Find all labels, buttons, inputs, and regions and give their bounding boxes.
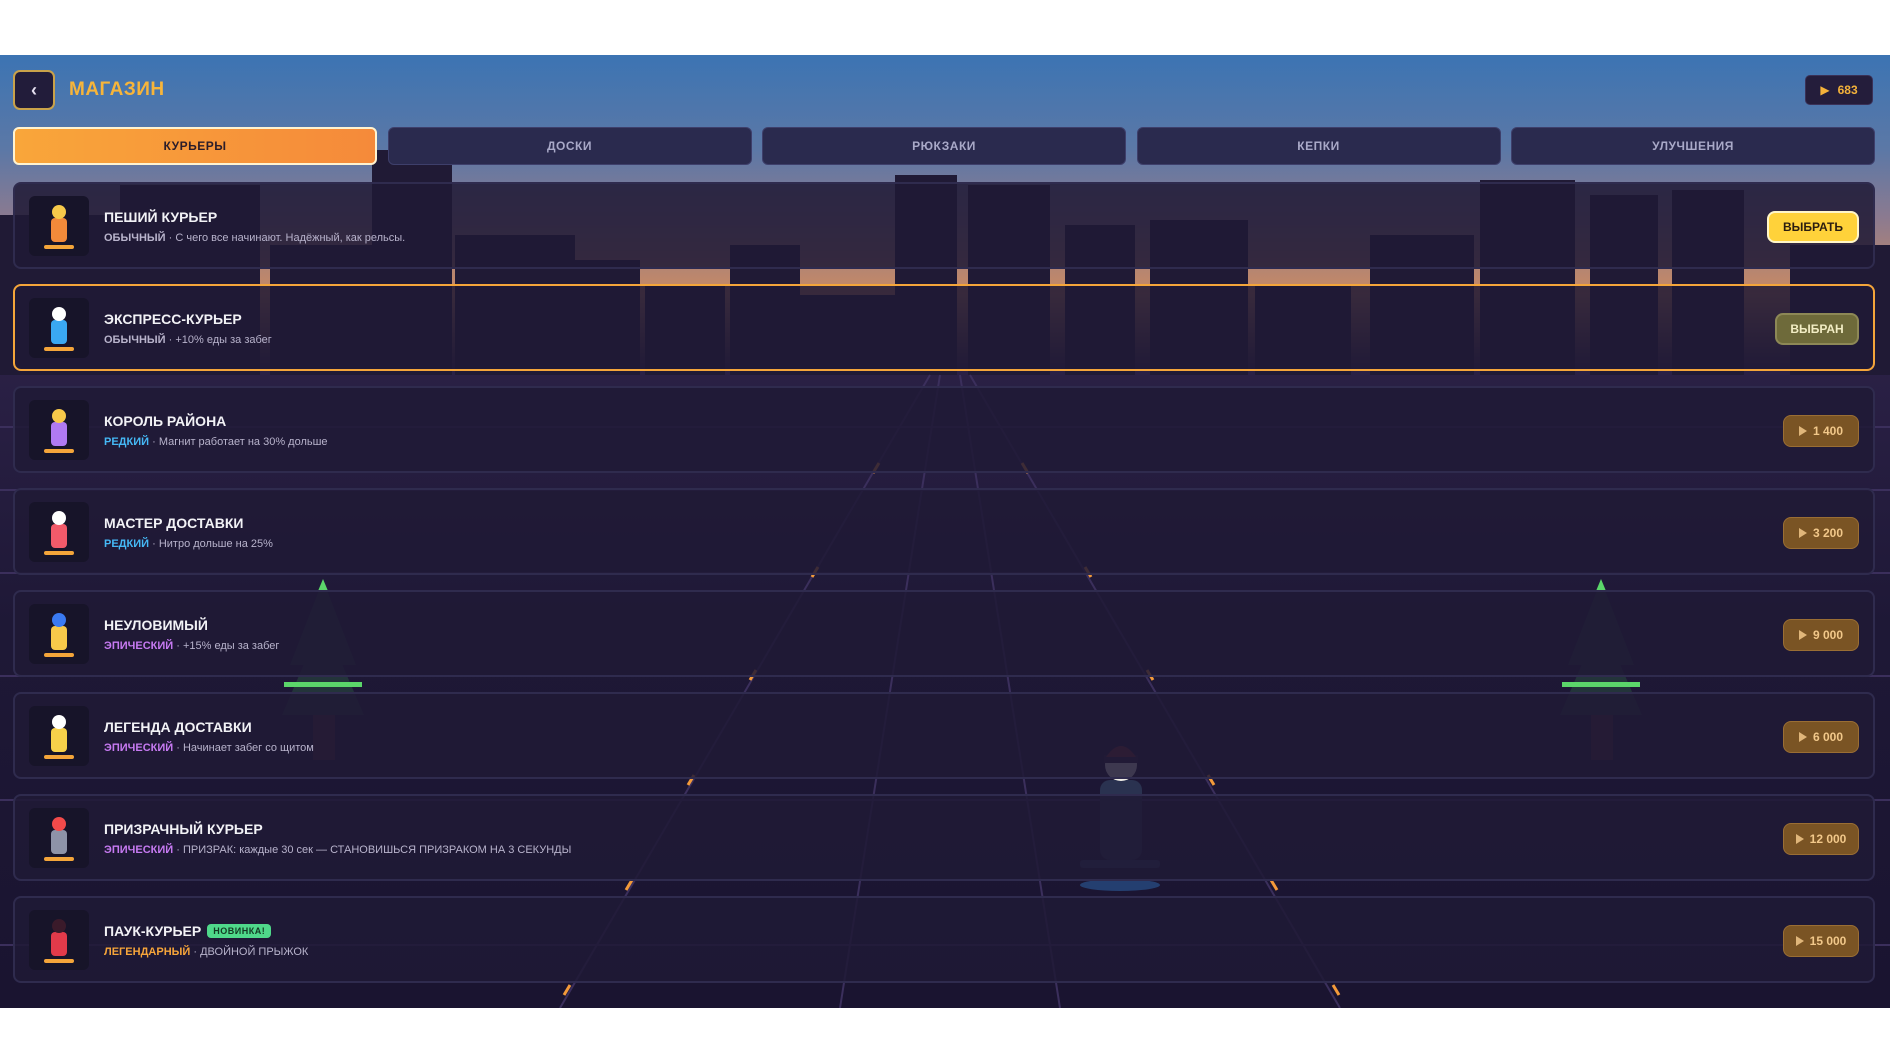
courier-row[interactable]: ЛЕГЕНДА ДОСТАВКИ ЭПИЧЕСКИЙ · Начинает заб… <box>13 692 1875 779</box>
rarity-label: ОБЫЧНЫЙ <box>104 334 166 346</box>
page-title: МАГАЗИН <box>69 79 165 100</box>
courier-description-line: ЛЕГЕНДАРНЫЙ · ДВОЙНОЙ ПРЫЖОК <box>104 946 308 958</box>
courier-avatar <box>29 910 89 970</box>
courier-avatar <box>29 298 89 358</box>
coin-icon <box>1798 528 1807 538</box>
rarity-label: ЭПИЧЕСКИЙ <box>104 844 174 856</box>
selected-button[interactable]: ВЫБРАН <box>1775 313 1859 345</box>
courier-description-line: ЭПИЧЕСКИЙ · Начинает забег со щитом <box>104 742 314 754</box>
courier-description-line: ЭПИЧЕСКИЙ · +15% еды за забег <box>104 640 279 652</box>
coin-icon <box>1798 630 1807 640</box>
back-button[interactable]: ‹ <box>13 70 55 110</box>
courier-description-line: ЭПИЧЕСКИЙ · ПРИЗРАК: каждые 30 сек — СТА… <box>104 844 571 856</box>
courier-name: ЛЕГЕНДА ДОСТАВКИ <box>104 719 252 735</box>
tab-couriers[interactable]: КУРЬЕРЫ <box>13 127 377 165</box>
courier-name: КОРОЛЬ РАЙОНА <box>104 413 227 429</box>
courier-avatar <box>29 706 89 766</box>
rarity-label: РЕДКИЙ <box>104 436 150 448</box>
tab-upgrades[interactable]: УЛУЧШЕНИЯ <box>1511 127 1875 165</box>
tab-caps[interactable]: КЕПКИ <box>1136 127 1501 165</box>
courier-description-line: ОБЫЧНЫЙ · С чего все начинают. Надёжный,… <box>104 232 405 244</box>
courier-avatar <box>29 604 89 664</box>
buy-button[interactable]: 9 000 <box>1783 619 1859 651</box>
courier-row[interactable]: КОРОЛЬ РАЙОНА РЕДКИЙ · Магнит работает на… <box>13 386 1875 473</box>
courier-avatar <box>29 808 89 868</box>
courier-figure-icon <box>44 715 74 759</box>
courier-row[interactable]: ПЕШИЙ КУРЬЕР ОБЫЧНЫЙ · С чего все начинаю… <box>13 182 1875 269</box>
courier-description: · +15% еды за забег <box>173 640 280 652</box>
courier-description-line: РЕДКИЙ · Магнит работает на 30% дольше <box>104 436 328 448</box>
courier-name-line: МАСТЕР ДОСТАВКИ <box>104 515 243 531</box>
new-badge: НОВИНКА! <box>207 924 272 938</box>
courier-description: · С чего все начинают. Надёжный, как рел… <box>165 232 406 244</box>
courier-avatar <box>29 502 89 562</box>
price-label: 6 000 <box>1812 730 1844 744</box>
rarity-label: РЕДКИЙ <box>104 538 150 550</box>
courier-name: МАСТЕР ДОСТАВКИ <box>104 515 244 531</box>
buy-button[interactable]: 6 000 <box>1783 721 1859 753</box>
courier-figure-icon <box>44 613 74 657</box>
courier-name-line: КОРОЛЬ РАЙОНА <box>104 413 226 429</box>
coin-icon <box>1798 426 1807 436</box>
courier-description: · Начинает забег со щитом <box>173 742 314 754</box>
tab-backpacks[interactable]: РЮКЗАКИ <box>762 127 1126 165</box>
coin-icon <box>1798 732 1807 742</box>
courier-description-line: ОБЫЧНЫЙ · +10% еды за забег <box>104 334 272 346</box>
coin-balance: ▶ 683 <box>1805 75 1873 105</box>
coin-icon: ▶ <box>1820 83 1830 97</box>
courier-name-line: ПАУК-КУРЬЕР НОВИНКА! <box>104 923 272 939</box>
courier-figure-icon <box>44 919 74 963</box>
courier-figure-icon <box>44 409 74 453</box>
courier-name-line: ЛЕГЕНДА ДОСТАВКИ <box>104 719 252 735</box>
courier-figure-icon <box>44 307 74 351</box>
courier-figure-icon <box>44 205 74 249</box>
courier-name: НЕУЛОВИМЫЙ <box>104 617 208 633</box>
courier-description: · ДВОЙНОЙ ПРЫЖОК <box>190 946 309 958</box>
courier-row[interactable]: НЕУЛОВИМЫЙ ЭПИЧЕСКИЙ · +15% еды за забег 9… <box>13 590 1875 677</box>
courier-row[interactable]: ПРИЗРАЧНЫЙ КУРЬЕР ЭПИЧЕСКИЙ · ПРИЗРАК: ка… <box>13 794 1875 881</box>
courier-name: ПРИЗРАЧНЫЙ КУРЬЕР <box>104 821 263 837</box>
courier-description: · Нитро дольше на 25% <box>149 538 273 550</box>
price-label: 12 000 <box>1809 832 1847 846</box>
buy-button[interactable]: 1 400 <box>1783 415 1859 447</box>
buy-button[interactable]: 12 000 <box>1783 823 1859 855</box>
courier-figure-icon <box>44 511 74 555</box>
coin-count: 683 <box>1837 83 1858 97</box>
courier-name-line: ПЕШИЙ КУРЬЕР <box>104 209 217 225</box>
courier-figure-icon <box>44 817 74 861</box>
courier-name: ПЕШИЙ КУРЬЕР <box>104 209 218 225</box>
price-label: 1 400 <box>1812 424 1844 438</box>
price-label: 3 200 <box>1812 526 1844 540</box>
courier-name: ЭКСПРЕСС-КУРЬЕР <box>104 311 242 327</box>
courier-name-line: ПРИЗРАЧНЫЙ КУРЬЕР <box>104 821 263 837</box>
courier-description: · ПРИЗРАК: каждые 30 сек — СТАНОВИШЬСЯ П… <box>173 844 572 856</box>
courier-row[interactable]: ЭКСПРЕСС-КУРЬЕР ОБЫЧНЫЙ · +10% еды за заб… <box>13 284 1875 371</box>
courier-name-line: НЕУЛОВИМЫЙ <box>104 617 208 633</box>
tab-boards[interactable]: ДОСКИ <box>387 127 752 165</box>
coin-icon <box>1795 936 1804 946</box>
courier-description: · Магнит работает на 30% дольше <box>149 436 328 448</box>
buy-button[interactable]: 15 000 <box>1783 925 1859 957</box>
buy-button[interactable]: 3 200 <box>1783 517 1859 549</box>
game-screen: ‹ МАГАЗИН ▶ 683 КУРЬЕРЫ ДОСКИ РЮКЗАКИ КЕПКИ… <box>0 55 1890 1008</box>
chevron-left-icon: ‹ <box>31 79 37 100</box>
price-label: 9 000 <box>1812 628 1844 642</box>
courier-name: ПАУК-КУРЬЕР <box>104 923 202 939</box>
courier-avatar <box>29 196 89 256</box>
courier-avatar <box>29 400 89 460</box>
rarity-label: ЭПИЧЕСКИЙ <box>104 742 174 754</box>
courier-name-line: ЭКСПРЕСС-КУРЬЕР <box>104 311 242 327</box>
rarity-label: ОБЫЧНЫЙ <box>104 232 166 244</box>
courier-description-line: РЕДКИЙ · Нитро дольше на 25% <box>104 538 273 550</box>
courier-row[interactable]: ПАУК-КУРЬЕР НОВИНКА! ЛЕГЕНДАРНЫЙ · ДВОЙНОЙ… <box>13 896 1875 983</box>
courier-description: · +10% еды за забег <box>165 334 272 346</box>
rarity-label: ЭПИЧЕСКИЙ <box>104 640 174 652</box>
rarity-label: ЛЕГЕНДАРНЫЙ <box>104 946 191 958</box>
select-button[interactable]: ВЫБРАТЬ <box>1767 211 1859 243</box>
coin-icon <box>1795 834 1804 844</box>
courier-row[interactable]: МАСТЕР ДОСТАВКИ РЕДКИЙ · Нитро дольше на … <box>13 488 1875 575</box>
price-label: 15 000 <box>1809 934 1847 948</box>
category-tabs: КУРЬЕРЫ ДОСКИ РЮКЗАКИ КЕПКИ УЛУЧШЕНИЯ <box>13 127 1875 165</box>
